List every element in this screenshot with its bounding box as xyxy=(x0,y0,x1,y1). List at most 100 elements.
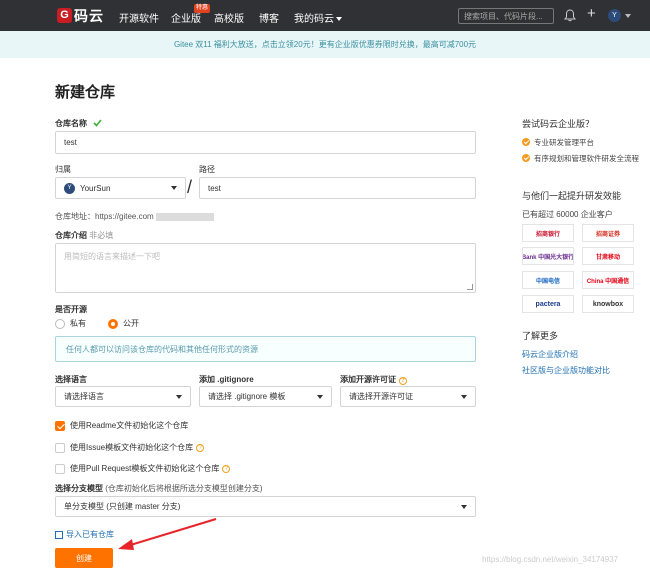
repo-address: 仓库地址：https://gitee.com xyxy=(55,211,214,222)
radio-public-label: 公开 xyxy=(123,319,139,328)
import-icon xyxy=(55,530,63,539)
help-icon[interactable]: ? xyxy=(196,443,205,452)
logo-text: 码云 xyxy=(74,7,104,24)
avatar[interactable]: Y xyxy=(608,9,621,22)
owner-select[interactable]: Y YourSun xyxy=(55,177,186,199)
owner-select-value: YourSun xyxy=(80,183,111,193)
license-label: 添加开源许可证? xyxy=(340,374,407,385)
optional-hint: 非必填 xyxy=(89,231,114,240)
readme-checkbox-box xyxy=(55,420,65,431)
nav-item-my-gitee-label: 我的码云 xyxy=(294,14,334,25)
path-input[interactable]: test xyxy=(199,177,476,199)
pr-checkbox-box xyxy=(55,463,65,474)
nav-item-blog[interactable]: 博客 xyxy=(259,10,279,25)
issue-template-checkbox[interactable]: 使用Issue模板文件初始化这个仓库? xyxy=(55,442,205,453)
radio-public-dot xyxy=(108,318,118,329)
chevron-down-icon xyxy=(171,186,177,190)
chevron-down-icon[interactable] xyxy=(625,14,631,18)
page-title: 新建仓库 xyxy=(55,84,116,101)
repo-name-label: 仓库名称 xyxy=(55,118,102,129)
feature-text: 专业研发管理平台 xyxy=(534,138,594,147)
branch-model-select-value: 单分支模型 (只创建 master 分支) xyxy=(64,502,181,511)
issue-checkbox-label: 使用Issue模板文件初始化这个仓库 xyxy=(70,443,194,452)
language-select-value: 请选择语言 xyxy=(64,392,104,401)
repo-name-label-text: 仓库名称 xyxy=(55,119,87,128)
repo-address-text: 仓库地址：https://gitee.com xyxy=(55,212,154,221)
open-source-label: 是否开源 xyxy=(55,305,87,314)
logo-mark: G xyxy=(57,8,72,23)
pr-checkbox-label: 使用Pull Request模板文件初始化这个仓库 xyxy=(70,464,220,473)
branch-model-label-text: 选择分支模型 xyxy=(55,484,103,493)
branch-model-select[interactable]: 单分支模型 (只创建 master 分支) xyxy=(55,496,476,517)
gitignore-label: 添加 .gitignore xyxy=(199,375,254,384)
chevron-down-icon xyxy=(461,504,467,509)
nav-item-opensource[interactable]: 开源软件 xyxy=(119,10,159,25)
description-placeholder: 用简短的语言来描述一下吧 xyxy=(64,252,160,261)
more-title: 了解更多 xyxy=(522,331,559,341)
check-circle-icon xyxy=(522,138,530,146)
license-select-value: 请选择开源许可证 xyxy=(349,392,413,401)
description-label-text: 仓库介绍 xyxy=(55,231,87,240)
description-label: 仓库介绍 非必填 xyxy=(55,230,113,241)
issue-checkbox-box xyxy=(55,442,65,453)
import-repo-label: 导入已有仓库 xyxy=(66,530,114,539)
check-icon xyxy=(93,119,102,129)
radio-public[interactable]: 公开 xyxy=(108,318,139,329)
customer-logo: 中国电信 xyxy=(522,271,574,289)
readme-checkbox[interactable]: 使用Readme文件初始化这个仓库 xyxy=(55,420,188,431)
watermark: https://blog.csdn.net/weixin_34174937 xyxy=(482,555,619,564)
feature-item: 专业研发管理平台 xyxy=(522,137,640,148)
radio-private-label: 私有 xyxy=(70,319,86,328)
improve-title: 与他们一起提升研发效能 xyxy=(522,191,622,201)
radio-private[interactable]: 私有 xyxy=(55,318,86,329)
check-circle-icon xyxy=(522,154,530,162)
repo-name-input[interactable]: test xyxy=(55,131,476,154)
import-repo-link[interactable]: 导入已有仓库 xyxy=(55,529,114,540)
language-select[interactable]: 请选择语言 xyxy=(55,386,191,407)
create-button[interactable]: 创建 xyxy=(55,548,113,568)
readme-checkbox-label: 使用Readme文件初始化这个仓库 xyxy=(70,421,189,430)
feature-text: 有序规划和管理软件研发全流程 xyxy=(534,154,639,163)
bell-icon[interactable] xyxy=(564,9,576,24)
path-label: 路径 xyxy=(199,165,215,174)
customer-logo: China 中国通信 xyxy=(582,271,634,289)
enterprise-intro-link[interactable]: 码云企业版介绍 xyxy=(522,349,578,360)
owner-avatar: Y xyxy=(64,182,75,194)
plus-icon[interactable]: + xyxy=(587,6,596,21)
gitignore-select[interactable]: 请选择 .gitignore 模板 xyxy=(199,386,332,407)
compare-link[interactable]: 社区版与企业版功能对比 xyxy=(522,365,610,376)
path-separator: / xyxy=(187,177,193,197)
customer-logo: 招商银行 xyxy=(522,224,574,242)
search-input[interactable]: 搜索项目、代码片段... xyxy=(458,8,554,24)
license-select[interactable]: 请选择开源许可证 xyxy=(340,386,476,407)
help-icon[interactable]: ? xyxy=(222,464,231,473)
help-icon[interactable]: ? xyxy=(399,377,407,385)
resize-handle-icon[interactable] xyxy=(467,284,473,290)
promo-banner[interactable]: Gitee 双11 福利大放送，点击立领20元！更有企业版优惠券限时兑换，最高可… xyxy=(0,31,650,58)
gitee-logo[interactable]: G 码云 xyxy=(57,6,104,25)
radio-private-dot xyxy=(55,318,65,329)
chevron-down-icon xyxy=(176,394,182,399)
customer-logo: 招商证券 xyxy=(582,224,634,242)
nav-item-my-gitee[interactable]: 我的码云 xyxy=(294,10,342,25)
top-nav: G 码云 开源软件 企业版 特惠 高校版 博客 我的码云 搜索项目、代码片段..… xyxy=(0,0,650,31)
chevron-down-icon xyxy=(461,394,467,399)
customer-logo: Bank 中国光大银行 xyxy=(522,247,574,265)
description-textarea[interactable]: 用简短的语言来描述一下吧 xyxy=(55,243,476,293)
customers-count: 已有超过 60000 企业客户 xyxy=(522,210,613,219)
public-notice: 任何人都可以访问该仓库的代码和其他任何形式的资源 xyxy=(55,336,476,362)
customer-logo: 甘肃移动 xyxy=(582,247,634,265)
language-label: 选择语言 xyxy=(55,375,87,384)
license-label-text: 添加开源许可证 xyxy=(340,375,396,384)
owner-label: 归属 xyxy=(55,165,71,174)
gitignore-select-value: 请选择 .gitignore 模板 xyxy=(208,392,286,401)
customer-logo: knowbox xyxy=(582,295,634,313)
chevron-down-icon xyxy=(317,394,323,399)
nav-item-education[interactable]: 高校版 xyxy=(214,10,244,25)
branch-model-label: 选择分支模型 (仓库初始化后将根据所选分支模型创建分支) xyxy=(55,483,263,494)
branch-model-hint: (仓库初始化后将根据所选分支模型创建分支) xyxy=(105,484,263,493)
enterprise-title: 尝试码云企业版？ xyxy=(522,119,595,129)
feature-item: 有序规划和管理软件研发全流程 xyxy=(522,153,640,164)
pr-template-checkbox[interactable]: 使用Pull Request模板文件初始化这个仓库? xyxy=(55,463,231,474)
chevron-down-icon xyxy=(336,17,342,22)
